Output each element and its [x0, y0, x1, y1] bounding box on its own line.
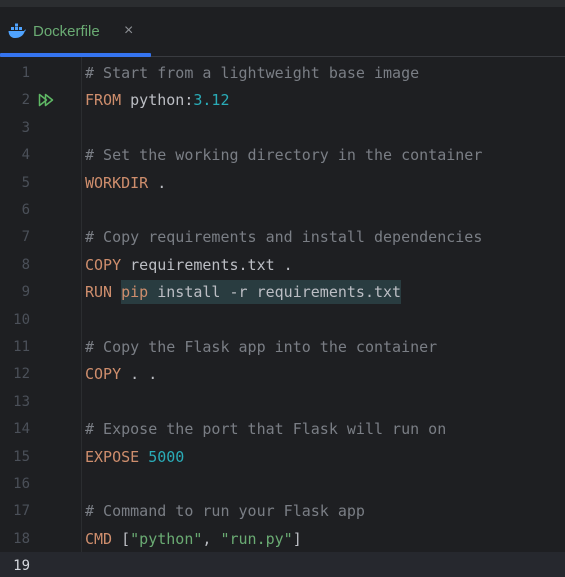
line-number: 7: [21, 229, 30, 246]
code-text: # Command to run your Flask app: [85, 501, 365, 521]
code-token: WORKDIR: [85, 173, 149, 192]
code-line[interactable]: 12 COPY . .: [0, 360, 565, 387]
line-number: 5: [21, 174, 30, 191]
line-number: 4: [21, 147, 30, 164]
code-line[interactable]: 4 # Set the working directory in the cont…: [0, 141, 565, 168]
tab-label: Dockerfile: [33, 23, 100, 40]
line-number: 12: [13, 366, 30, 383]
code-token: 3.12: [193, 91, 230, 110]
code-editor[interactable]: 1 # Start from a lightweight base image 2 F…: [0, 57, 565, 577]
code-text: FROM python:3.12: [85, 90, 230, 110]
code-line[interactable]: 18 CMD ["python", "run.py"]: [0, 525, 565, 552]
code-token: COPY: [85, 255, 122, 274]
code-token: FROM: [85, 91, 122, 110]
code-text: COPY requirements.txt .: [85, 255, 293, 275]
code-token: # Set the working directory in the conta…: [85, 146, 483, 165]
code-text: # Copy requirements and install dependen…: [85, 227, 482, 247]
code-line[interactable]: 1 # Start from a lightweight base image: [0, 59, 565, 86]
code-line[interactable]: 6: [0, 196, 565, 223]
ide-window: Dockerfile × 1 # Start from a lightweight…: [0, 0, 565, 577]
code-line[interactable]: 16: [0, 470, 565, 497]
code-token: CMD: [85, 529, 113, 548]
code-line[interactable]: 14 # Expose the port that Flask will run …: [0, 415, 565, 442]
code-token: . .: [121, 365, 158, 384]
code-token: "run.py": [220, 529, 293, 548]
line-number: 1: [21, 65, 30, 81]
code-line[interactable]: 11 # Copy the Flask app into the containe…: [0, 333, 565, 360]
code-line[interactable]: 5 WORKDIR .: [0, 169, 565, 196]
line-number: 11: [13, 339, 30, 355]
code-text: # Set the working directory in the conta…: [85, 145, 482, 165]
code-token: 5000: [148, 447, 185, 466]
line-number: 13: [13, 393, 30, 410]
line-number: 15: [13, 448, 30, 465]
code-line[interactable]: 13: [0, 388, 565, 415]
code-token: install -r requirements.txt: [148, 280, 402, 305]
code-token: # Start from a lightweight base image: [85, 64, 420, 82]
code-token: EXPOSE: [85, 447, 140, 466]
line-number: 8: [21, 256, 30, 273]
line-number: 10: [13, 311, 30, 328]
code-token: RUN: [85, 283, 113, 302]
code-token: # Command to run your Flask app: [85, 502, 365, 521]
code-token: # Copy the Flask app into the container: [85, 338, 438, 356]
code-token: .: [148, 173, 167, 192]
code-line[interactable]: 3: [0, 114, 565, 141]
run-icon[interactable]: [38, 92, 54, 108]
code-token: COPY: [85, 365, 122, 384]
code-line[interactable]: 10: [0, 306, 565, 333]
code-token: ]: [292, 529, 302, 548]
code-token: ,: [202, 529, 221, 548]
editor-tab-bar: Dockerfile ×: [0, 7, 565, 57]
code-text: # Copy the Flask app into the container: [85, 337, 437, 357]
code-line[interactable]: 17 # Command to run your Flask app: [0, 497, 565, 524]
line-number: 16: [13, 476, 30, 492]
line-number: 2: [21, 92, 30, 109]
code-token: requirements.txt .: [121, 255, 293, 274]
line-number: 14: [13, 421, 30, 438]
docker-whale-icon: [8, 23, 26, 39]
close-icon[interactable]: ×: [124, 21, 133, 41]
code-line[interactable]: 19: [0, 552, 565, 577]
tab-dockerfile[interactable]: Dockerfile ×: [0, 7, 151, 57]
code-text: EXPOSE 5000: [85, 447, 184, 467]
code-token: [: [112, 529, 131, 548]
code-token: # Copy requirements and install dependen…: [85, 228, 483, 247]
code-text: CMD ["python", "run.py"]: [85, 529, 302, 549]
code-line[interactable]: 9 RUN pip install -r requirements.txt: [0, 278, 565, 305]
code-line[interactable]: 15 EXPOSE 5000: [0, 443, 565, 470]
line-number: 18: [13, 530, 30, 547]
code-text: RUN pip install -r requirements.txt: [85, 280, 402, 305]
code-token: "python": [130, 529, 203, 548]
code-line[interactable]: 2 FROM python:3.12: [0, 86, 565, 113]
code-token: python:: [121, 91, 194, 110]
line-number: 6: [21, 202, 30, 218]
code-line[interactable]: 8 COPY requirements.txt .: [0, 251, 565, 278]
code-text: # Expose the port that Flask will run on: [85, 419, 446, 439]
line-number: 3: [21, 119, 30, 136]
line-number: 19: [13, 558, 30, 575]
code-text: COPY . .: [85, 364, 157, 384]
line-number: 17: [13, 503, 30, 520]
code-text: WORKDIR .: [85, 173, 166, 193]
code-token: # Expose the port that Flask will run on: [85, 420, 447, 439]
code-token: pip: [121, 280, 149, 305]
line-number: 9: [21, 284, 30, 301]
code-text: # Start from a lightweight base image: [85, 63, 419, 83]
code-line[interactable]: 7 # Copy requirements and install depende…: [0, 223, 565, 250]
top-strip: [0, 0, 565, 7]
